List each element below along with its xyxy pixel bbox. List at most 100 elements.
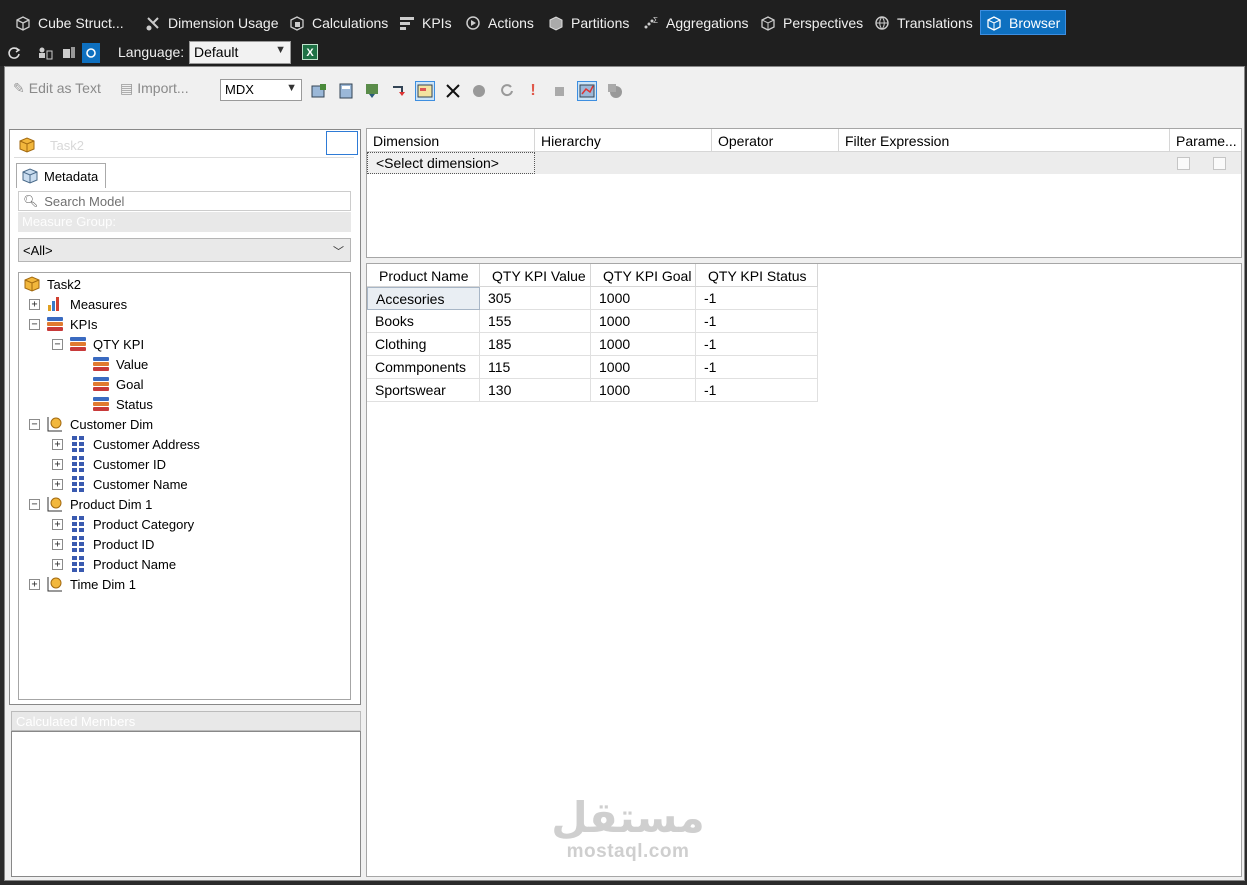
table-cell[interactable]: Clothing <box>367 333 480 356</box>
drillthrough-icon[interactable] <box>605 81 625 101</box>
table-cell[interactable]: 1000 <box>591 310 696 333</box>
tree-node-cube[interactable]: Task2 <box>23 274 81 294</box>
tree-node-kpi-status[interactable]: Status <box>92 394 153 414</box>
table-cell[interactable]: -1 <box>696 356 818 379</box>
table-cell[interactable]: -1 <box>696 379 818 402</box>
column-header-product-name[interactable]: Product Name <box>367 264 480 287</box>
filter-header-expression[interactable]: Filter Expression <box>839 129 1170 152</box>
table-cell[interactable]: 1000 <box>591 287 696 310</box>
parameter-checkbox[interactable] <box>1213 157 1226 170</box>
calculated-members-list[interactable] <box>11 731 361 877</box>
tab-dimension-usage[interactable]: Dimension Usage <box>140 10 283 35</box>
show-hierarchy-icon[interactable] <box>577 81 597 101</box>
tab-translations[interactable]: Translations <box>869 10 977 35</box>
tree-node-kpis[interactable]: KPIs <box>46 314 97 334</box>
tree-node-time-dim[interactable]: Time Dim 1 <box>46 574 136 594</box>
tab-calculations[interactable]: Calculations <box>284 10 392 35</box>
collapse-icon[interactable]: − <box>52 339 63 350</box>
expand-icon[interactable]: + <box>52 459 63 470</box>
table-cell[interactable]: 115 <box>480 356 591 379</box>
tree-node-customer-dim[interactable]: Customer Dim <box>46 414 153 434</box>
expand-icon[interactable]: + <box>52 439 63 450</box>
filter-header-operator[interactable]: Operator <box>712 129 839 152</box>
filter-header-hierarchy[interactable]: Hierarchy <box>535 129 712 152</box>
tree-node-customer-name[interactable]: Customer Name <box>69 474 188 494</box>
results-grid: Product Name QTY KPI Value QTY KPI Goal … <box>366 263 1242 877</box>
delete-icon[interactable] <box>443 81 463 101</box>
auto-execute-icon[interactable] <box>389 81 409 101</box>
tab-actions[interactable]: Actions <box>460 10 538 35</box>
tree-node-qty-kpi[interactable]: QTY KPI <box>69 334 144 354</box>
expand-icon[interactable]: + <box>52 559 63 570</box>
query-type-select[interactable]: MDX ▼ <box>220 79 302 101</box>
change-user-icon[interactable] <box>36 43 54 63</box>
tree-node-product-id[interactable]: Product ID <box>69 534 154 554</box>
table-cell[interactable]: Sportswear <box>367 379 480 402</box>
cube-browse-button[interactable] <box>326 131 358 155</box>
tab-browser[interactable]: Browser <box>980 10 1066 35</box>
table-cell[interactable]: 1000 <box>591 379 696 402</box>
tab-aggregations[interactable]: Σ Aggregations <box>638 10 753 35</box>
reconnect-icon[interactable] <box>82 43 100 63</box>
expand-icon[interactable]: + <box>52 539 63 550</box>
tab-label: Cube Struct... <box>38 14 124 31</box>
language-select[interactable]: Default ▼ <box>189 41 291 64</box>
tree-node-kpi-value[interactable]: Value <box>92 354 148 374</box>
import-button[interactable]: ▤ Import... <box>120 77 189 99</box>
table-cell[interactable]: 305 <box>480 287 591 310</box>
excel-icon[interactable]: X <box>302 44 318 60</box>
design-mode-icon[interactable] <box>415 81 435 101</box>
select-dimension-cell[interactable]: <Select dimension> <box>367 152 535 174</box>
execute-icon[interactable]: ! <box>523 81 543 101</box>
filter-header-dimension[interactable]: Dimension <box>367 129 535 152</box>
process-icon[interactable] <box>60 43 78 63</box>
tree-node-kpi-goal[interactable]: Goal <box>92 374 143 394</box>
table-cell[interactable]: -1 <box>696 333 818 356</box>
cancel-query-icon[interactable] <box>549 81 569 101</box>
column-header-qty-kpi-status[interactable]: QTY KPI Status <box>696 264 818 287</box>
table-cell[interactable]: Books <box>367 310 480 333</box>
tab-partitions[interactable]: Partitions <box>543 10 633 35</box>
expand-icon[interactable]: + <box>29 299 40 310</box>
table-cell[interactable]: 185 <box>480 333 591 356</box>
collapse-icon[interactable]: − <box>29 419 40 430</box>
tab-cube-structure[interactable]: Cube Struct... <box>10 10 128 35</box>
search-icon: 🔍︎ <box>23 194 39 208</box>
table-cell[interactable]: -1 <box>696 287 818 310</box>
measure-group-select[interactable]: <All> ﹀ <box>18 238 351 262</box>
tree-node-customer-address[interactable]: Customer Address <box>69 434 200 454</box>
edit-as-text-button[interactable]: ✎ Edit as Text <box>13 77 101 99</box>
collapse-icon[interactable]: − <box>29 499 40 510</box>
tab-metadata[interactable]: Metadata <box>16 163 106 188</box>
table-cell[interactable]: Commponents <box>367 356 480 379</box>
tree-node-measures[interactable]: Measures <box>46 294 127 314</box>
collapse-icon[interactable]: − <box>29 319 40 330</box>
tree-node-product-dim[interactable]: Product Dim 1 <box>46 494 152 514</box>
table-cell[interactable]: 130 <box>480 379 591 402</box>
refresh-icon[interactable] <box>5 43 23 63</box>
tree-node-customer-id[interactable]: Customer ID <box>69 454 166 474</box>
tree-node-product-category[interactable]: Product Category <box>69 514 194 534</box>
column-header-qty-kpi-value[interactable]: QTY KPI Value <box>480 264 591 287</box>
clear-icon[interactable] <box>469 81 489 101</box>
expand-icon[interactable]: + <box>29 579 40 590</box>
tab-perspectives[interactable]: Perspectives <box>755 10 867 35</box>
table-cell[interactable]: 1000 <box>591 333 696 356</box>
parameter-checkbox[interactable] <box>1177 157 1190 170</box>
search-model-input[interactable]: 🔍︎ Search Model <box>18 191 351 211</box>
tree-node-product-name[interactable]: Product Name <box>69 554 176 574</box>
table-cell[interactable]: 155 <box>480 310 591 333</box>
tab-kpis[interactable]: KPIs <box>394 10 456 35</box>
cube-selector[interactable]: Task2 <box>14 133 354 158</box>
filter-header-parameters[interactable]: Parame... <box>1170 129 1241 152</box>
table-cell[interactable]: Accesories <box>367 287 480 310</box>
refresh-query-icon[interactable] <box>497 81 517 101</box>
add-calculated-member-icon[interactable] <box>309 81 329 101</box>
expand-icon[interactable]: + <box>52 479 63 490</box>
show-empty-cells-icon[interactable] <box>362 81 382 101</box>
table-cell[interactable]: -1 <box>696 310 818 333</box>
calculator-icon[interactable] <box>336 81 356 101</box>
column-header-qty-kpi-goal[interactable]: QTY KPI Goal <box>591 264 696 287</box>
table-cell[interactable]: 1000 <box>591 356 696 379</box>
expand-icon[interactable]: + <box>52 519 63 530</box>
